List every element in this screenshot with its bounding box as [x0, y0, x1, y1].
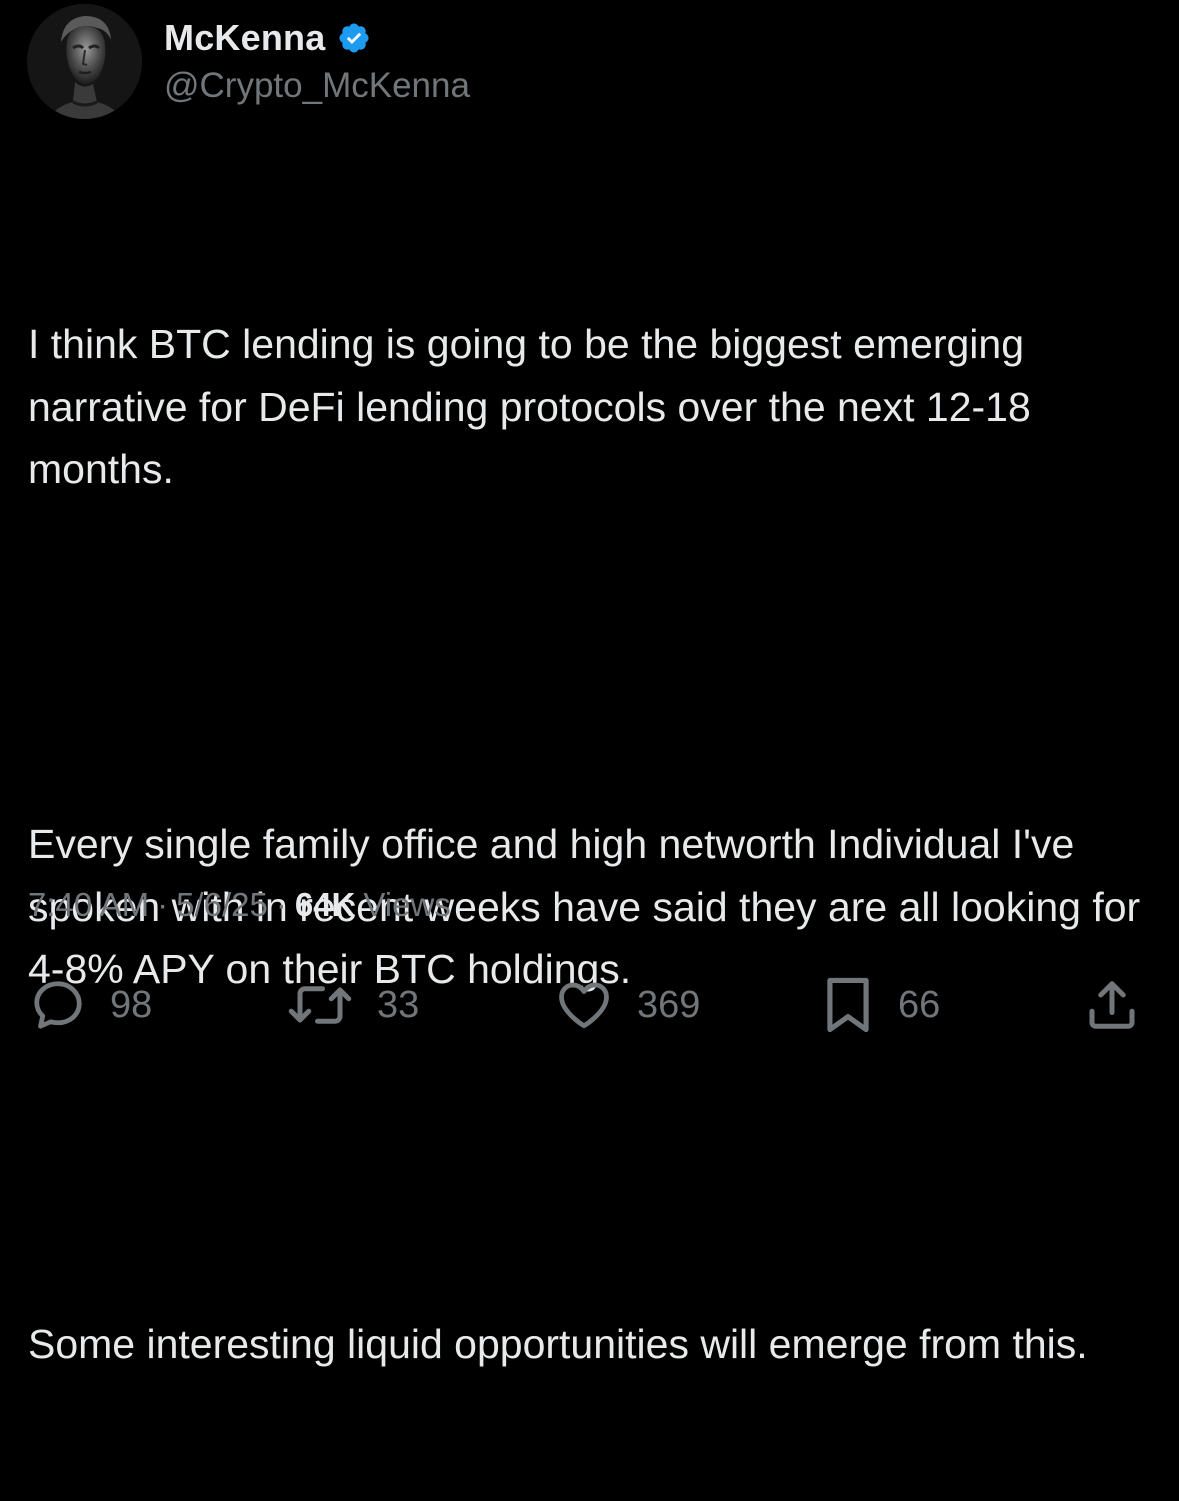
share-icon: [1089, 981, 1135, 1029]
bookmark-count: 66: [898, 983, 941, 1026]
author-avatar[interactable]: [27, 4, 142, 119]
retweet-button[interactable]: 33: [285, 970, 419, 1040]
bookmark-icon: [827, 977, 869, 1033]
reply-count: 98: [110, 983, 153, 1026]
tweet-text: I think BTC lending is going to be the b…: [28, 188, 1148, 1501]
author-name-row: McKenna: [164, 16, 371, 60]
like-button[interactable]: 369: [553, 970, 700, 1040]
meta-separator: ·: [157, 886, 169, 923]
reply-bubble-icon: [34, 981, 82, 1029]
like-count: 369: [637, 983, 701, 1026]
author-display-name[interactable]: McKenna: [164, 17, 325, 59]
heart-icon: [559, 982, 609, 1029]
author-handle[interactable]: @Crypto_McKenna: [164, 66, 470, 106]
retweet-count: 33: [377, 983, 420, 1026]
tweet-time[interactable]: 7:40 AM: [28, 886, 149, 924]
share-button[interactable]: [1082, 970, 1142, 1040]
statue-portrait-avatar-icon: [27, 4, 142, 119]
tweet-detail: McKenna @Crypto_McKenna I think BTC lend…: [0, 0, 1179, 1367]
retweet-icon: [288, 986, 352, 1024]
tweet-date[interactable]: 5/6/25: [176, 886, 268, 924]
meta-separator: ·: [275, 886, 287, 923]
paragraph-spacer: [28, 626, 1148, 689]
views-label: Views: [363, 886, 451, 923]
tweet-paragraph: Some interesting liquid opportunities wi…: [28, 1321, 1088, 1367]
views-count: 64K: [294, 886, 356, 923]
tweet-meta: 7:40 AM · 5/6/25 · 64K Views: [28, 886, 451, 924]
reply-button[interactable]: 98: [28, 970, 152, 1040]
action-bar: 98 33 369 66: [0, 970, 1179, 1040]
tweet-paragraph: I think BTC lending is going to be the b…: [28, 321, 1043, 492]
bookmark-button[interactable]: 66: [820, 970, 940, 1040]
verified-badge-icon: [337, 21, 371, 55]
paragraph-spacer: [28, 1126, 1148, 1189]
